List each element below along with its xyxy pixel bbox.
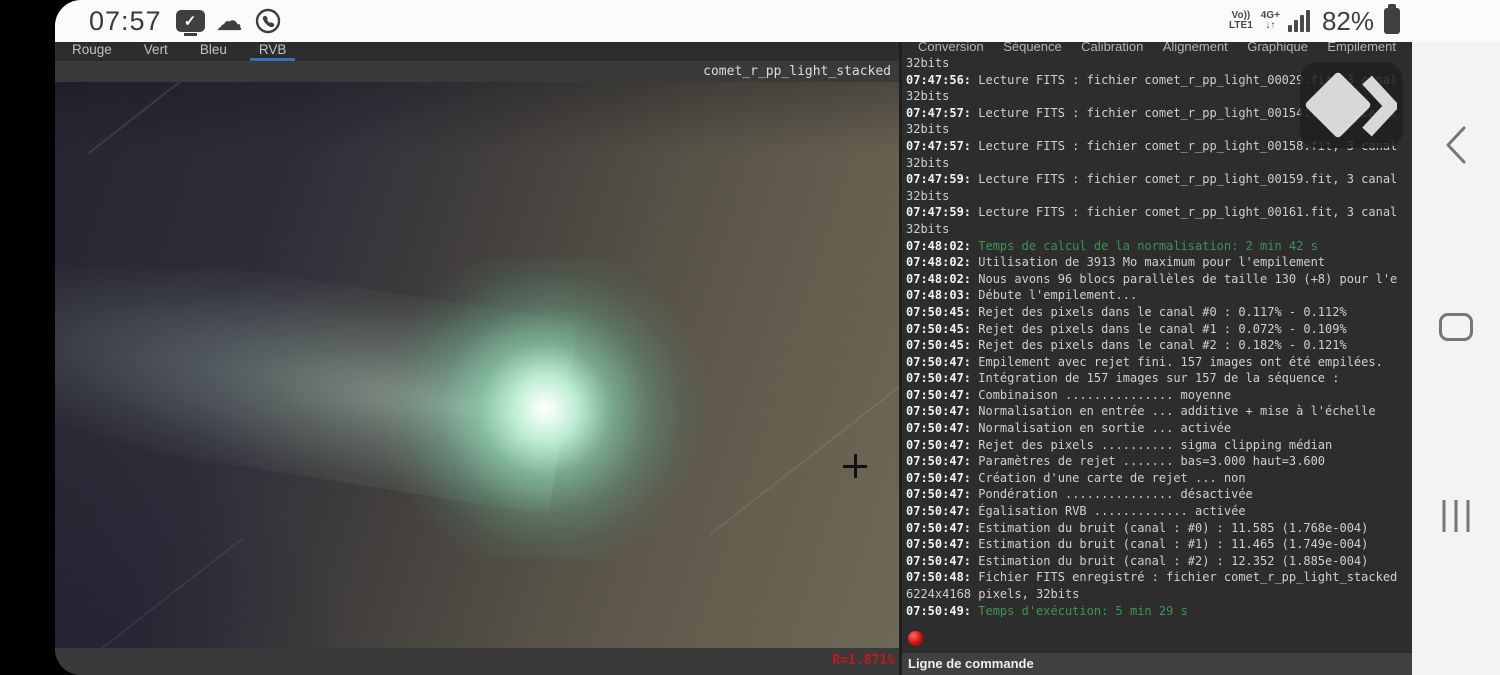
comet-image-canvas[interactable] <box>55 82 899 648</box>
volte-indicator: Vo)) LTE1 <box>1229 10 1253 31</box>
status-notification-icons: ✓ ☁ <box>175 6 282 36</box>
satellite-streak <box>76 537 244 648</box>
ratio-readout: R=1.871% <box>832 653 895 668</box>
satellite-streak <box>709 330 899 536</box>
log-line: 07:48:03: Débute l'empilement... <box>906 288 1138 303</box>
log-line: 07:50:45: Rejet des pixels dans le canal… <box>906 304 1347 319</box>
phone-screen: 07:57 ✓ ☁ Vo)) LTE1 4G+ ↓↑ 82% Rouge Ver… <box>55 0 1500 675</box>
log-line: 32bits <box>906 155 950 170</box>
back-icon[interactable] <box>1443 124 1469 166</box>
cloud-icon: ☁ <box>215 6 243 36</box>
log-line: 07:50:47: Rejet des pixels .......... si… <box>906 437 1333 452</box>
channel-tab-rouge[interactable]: Rouge <box>63 42 121 61</box>
status-led-row <box>902 625 1412 652</box>
whatsapp-icon <box>255 8 280 34</box>
command-line-label: Ligne de commande <box>908 656 1034 671</box>
log-line: 07:50:47: Estimation du bruit (canal : #… <box>906 553 1369 568</box>
floating-overlay-button[interactable] <box>1300 62 1403 148</box>
command-line-bar[interactable]: Ligne de commande <box>902 652 1412 675</box>
log-line: 07:50:49: Temps d'exécution: 5 min 29 s <box>906 603 1188 618</box>
channel-tab-bleu[interactable]: Bleu <box>191 42 236 61</box>
log-line: 07:50:47: Empilement avec rejet fini. 15… <box>906 354 1383 369</box>
comet-head <box>385 259 705 559</box>
status-system-icons: Vo)) LTE1 4G+ ↓↑ 82% <box>1229 0 1400 42</box>
log-line: 07:50:47: Combinaison ............... mo… <box>906 387 1232 402</box>
battery-percent: 82% <box>1321 5 1374 36</box>
viewer-status-bar: R=1.871% <box>55 648 899 675</box>
log-line: 07:48:02: Temps de calcul de la normalis… <box>906 238 1318 253</box>
record-status-icon <box>908 631 923 646</box>
channel-tab-vert[interactable]: Vert <box>135 42 177 61</box>
channel-tabs: Rouge Vert Bleu RVB <box>55 42 899 61</box>
log-line: 07:50:45: Rejet des pixels dans le canal… <box>906 338 1347 353</box>
log-line: 07:50:48: Fichier FITS enregistré : fich… <box>906 570 1398 585</box>
log-line: 07:50:47: Estimation du bruit (canal : #… <box>906 520 1369 535</box>
log-line: 07:50:47: Normalisation en entrée ... ad… <box>906 404 1376 419</box>
log-line: 07:47:59: Lecture FITS : fichier comet_r… <box>906 172 1398 187</box>
channel-tab-rvb[interactable]: RVB <box>249 42 296 61</box>
screen-cast-icon: ✓ <box>175 10 205 36</box>
home-icon[interactable] <box>1439 313 1473 341</box>
android-nav-bar <box>1412 42 1500 675</box>
log-line: 07:48:02: Nous avons 96 blocs parallèles… <box>906 271 1398 286</box>
log-line: 07:50:47: Création d'une carte de rejet … <box>906 470 1246 485</box>
battery-icon <box>1384 4 1400 34</box>
crosshair-cursor-icon <box>843 454 867 478</box>
image-viewer-panel: Rouge Vert Bleu RVB comet_r_pp_light_stacke… <box>55 42 902 675</box>
phone-screenshot: 07:57 ✓ ☁ Vo)) LTE1 4G+ ↓↑ 82% Rouge Ver… <box>0 0 1500 675</box>
network-type-indicator: 4G+ ↓↑ <box>1260 10 1280 31</box>
signal-strength-icon <box>1287 10 1310 32</box>
status-clock: 07:57 <box>89 5 162 36</box>
chevron-right-icon <box>1362 75 1397 137</box>
log-line: 07:50:47: Normalisation en sortie ... ac… <box>906 421 1232 436</box>
satellite-streak <box>88 82 192 154</box>
log-line: 07:50:47: Intégration de 157 images sur … <box>906 371 1340 386</box>
log-line: 6224x4168 pixels, 32bits <box>906 587 1080 601</box>
log-line: 07:50:47: Estimation du bruit (canal : #… <box>906 537 1369 552</box>
log-line: 32bits <box>906 188 950 203</box>
log-line: 07:48:02: Utilisation de 3913 Mo maximum… <box>906 255 1326 270</box>
log-line: 07:50:47: Paramètres de rejet ....... ba… <box>906 454 1326 469</box>
log-line: 07:50:47: Égalisation RVB ............. … <box>906 504 1246 519</box>
siril-app-window: Rouge Vert Bleu RVB comet_r_pp_light_stacke… <box>55 42 1412 675</box>
log-line: 07:47:59: Lecture FITS : fichier comet_r… <box>906 205 1398 220</box>
status-bar: 07:57 ✓ ☁ Vo)) LTE1 4G+ ↓↑ 82% <box>55 0 1500 42</box>
recents-icon[interactable] <box>1442 500 1470 532</box>
log-line: 07:50:47: Pondération ............... dé… <box>906 487 1253 502</box>
log-line: 07:50:45: Rejet des pixels dans le canal… <box>906 321 1347 336</box>
log-line: 32bits <box>906 221 950 236</box>
image-filename-overlay: comet_r_pp_light_stacked <box>55 61 899 82</box>
